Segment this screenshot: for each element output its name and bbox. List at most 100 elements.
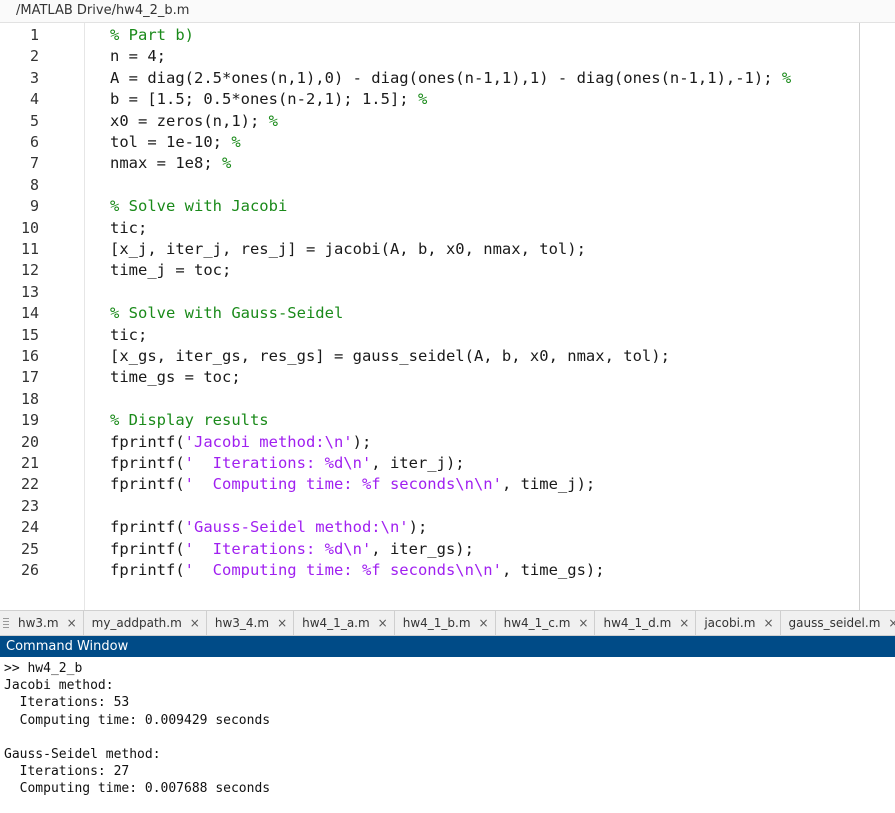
code-line[interactable]: fprintf(' Iterations: %d\n', iter_gs); [110,539,474,560]
editor-tab[interactable]: hw3.m × [10,611,84,635]
command-output-line: Computing time: 0.009429 seconds [4,712,271,728]
code-area[interactable]: % Part b) n = 4; A = diag(2.5*ones(n,1),0)… [85,23,860,610]
code-token-comment: % [231,133,241,151]
code-line[interactable]: % Part b) [110,25,194,46]
code-token-code: time_gs = toc; [110,368,241,387]
tab-grip-icon[interactable] [3,618,9,628]
line-number: 18 [20,389,39,408]
code-token-code: fprintf( [110,539,185,558]
command-output-line: Iterations: 53 [4,695,130,711]
editor-tab[interactable]: gauss_seidel.m × [780,611,895,635]
line-number: 5 [29,111,39,130]
close-icon[interactable]: × [763,616,773,630]
close-icon[interactable]: × [578,616,588,630]
code-token-code: , iter_gs); [371,539,474,558]
line-number: 14 [20,304,39,323]
code-token-comment: % [781,68,792,87]
code-line[interactable]: % Display results [110,410,269,431]
code-token-comment: % Solve with Jacobi [110,197,288,216]
command-window[interactable]: >> hw4_2_b Jacobi method: Iterations: 53 … [0,657,895,813]
code-token-code: , time_gs); [501,561,605,579]
line-number: 10 [20,218,39,237]
line-number: 3 [29,68,39,87]
line-number: 24 [20,518,39,537]
tab-label: gauss_seidel.m [788,616,881,630]
close-icon[interactable]: × [679,616,689,630]
line-number: 11 [20,240,39,258]
code-line[interactable]: nmax = 1e8; % [110,153,231,174]
command-output-line: >> hw4_2_b [4,661,83,676]
code-line[interactable]: time_gs = toc; [110,367,241,388]
close-icon[interactable]: × [190,616,200,630]
editor-tab[interactable]: hw4_1_c.m × [495,611,596,635]
code-line[interactable]: fprintf(' Computing time: %f seconds\n\n… [110,560,605,581]
code-token-code: , time_j); [501,475,596,494]
code-line[interactable]: fprintf(' Computing time: %f seconds\n\n… [110,474,595,495]
command-output-line: Gauss-Seidel method: [4,747,161,762]
close-icon[interactable]: × [277,616,287,630]
code-token-code: A = diag(2.5*ones(n,1),0) - diag(ones(n-… [110,68,782,87]
code-line[interactable]: A = diag(2.5*ones(n,1),0) - diag(ones(n-… [110,68,791,89]
code-line[interactable]: n = 4; [110,46,166,67]
line-number: 23 [20,496,39,515]
line-number: 20 [20,432,39,451]
line-number: 7 [29,154,39,173]
line-number: 8 [29,175,39,194]
code-line[interactable]: x0 = zeros(n,1); % [110,111,278,132]
editor-tab[interactable]: hw4_1_d.m × [595,611,697,635]
close-icon[interactable]: × [378,616,388,630]
command-output-line: Iterations: 27 [4,764,130,780]
code-line[interactable]: fprintf(' Iterations: %d\n', iter_j); [110,453,465,474]
code-editor[interactable]: 1 2 3 4 5 6 7 8 9 10 11 12 13 14 15 16 17 18 19 20 21 22 23 24 2… [0,23,895,610]
line-number: 6 [29,133,39,151]
tab-label: hw3.m [18,616,59,630]
title-bar: /MATLAB Drive/hw4_2_b.m [0,0,895,23]
code-line[interactable]: fprintf('Jacobi method:\n'); [110,432,371,453]
line-number: 12 [20,261,39,280]
line-number: 15 [20,325,39,344]
code-line[interactable]: tol = 1e-10; % [110,132,241,153]
line-number-gutter: 1 2 3 4 5 6 7 8 9 10 11 12 13 14 15 16 17 18 19 20 21 22 23 24 2… [0,23,85,610]
code-token-comment: % [221,154,232,173]
code-line[interactable]: % Solve with Gauss-Seidel [110,303,343,324]
code-line[interactable]: [x_j, iter_j, res_j] = jacobi(A, b, x0, … [110,239,586,260]
line-number: 21 [20,454,39,472]
code-token-code: x0 = zeros(n,1); [110,111,269,130]
tab-label: hw4_1_c.m [503,616,571,630]
close-icon[interactable]: × [67,616,77,630]
code-token-code: tol = 1e-10; [110,133,232,151]
close-icon[interactable]: × [479,616,489,630]
tab-label: jacobi.m [704,616,756,630]
line-number: 4 [29,90,39,109]
editor-tab[interactable]: my_addpath.m × [83,611,207,635]
line-number: 1 [29,26,39,44]
code-line[interactable]: tic; [110,218,147,239]
editor-tab[interactable]: hw4_1_b.m × [394,611,496,635]
code-line[interactable]: [x_gs, iter_gs, res_gs] = gauss_seidel(A… [110,346,670,367]
code-token-string: ' Iterations: %d\n' [184,539,372,558]
code-token-code: [x_j, iter_j, res_j] = jacobi(A, b, x0, … [110,240,586,258]
code-line[interactable]: time_j = toc; [110,260,231,281]
code-token-code: ); [352,432,372,451]
close-icon[interactable]: × [888,616,895,630]
code-token-code: time_j = toc; [110,261,232,280]
code-token-code: fprintf( [110,475,185,494]
code-token-comment: % [268,111,278,130]
line-number: 13 [20,282,39,301]
tab-label: hw4_1_a.m [302,616,370,630]
code-line[interactable]: b = [1.5; 0.5*ones(n-2,1); 1.5]; % [110,89,427,110]
code-token-code: n = 4; [110,47,166,66]
editor-tab[interactable]: hw3_4.m × [206,611,295,635]
code-token-string: ' Iterations: %d\n' [184,454,372,472]
code-line[interactable]: fprintf('Gauss-Seidel method:\n'); [110,517,427,538]
editor-tab[interactable]: jacobi.m × [696,611,781,635]
editor-tab[interactable]: hw4_1_a.m × [294,611,395,635]
line-number: 16 [20,347,39,365]
code-token-code: b = [1.5; 0.5*ones(n-2,1); 1.5]; [110,90,418,109]
tab-list: hw3.m × my_addpath.m × hw3_4.m × hw4_1_a.m × hw4… [10,611,895,635]
command-window-header: Command Window [0,636,895,657]
code-line[interactable]: tic; [110,325,147,346]
code-line[interactable]: % Solve with Jacobi [110,196,287,217]
line-number: 9 [29,197,39,216]
code-token-code: ); [408,518,428,537]
